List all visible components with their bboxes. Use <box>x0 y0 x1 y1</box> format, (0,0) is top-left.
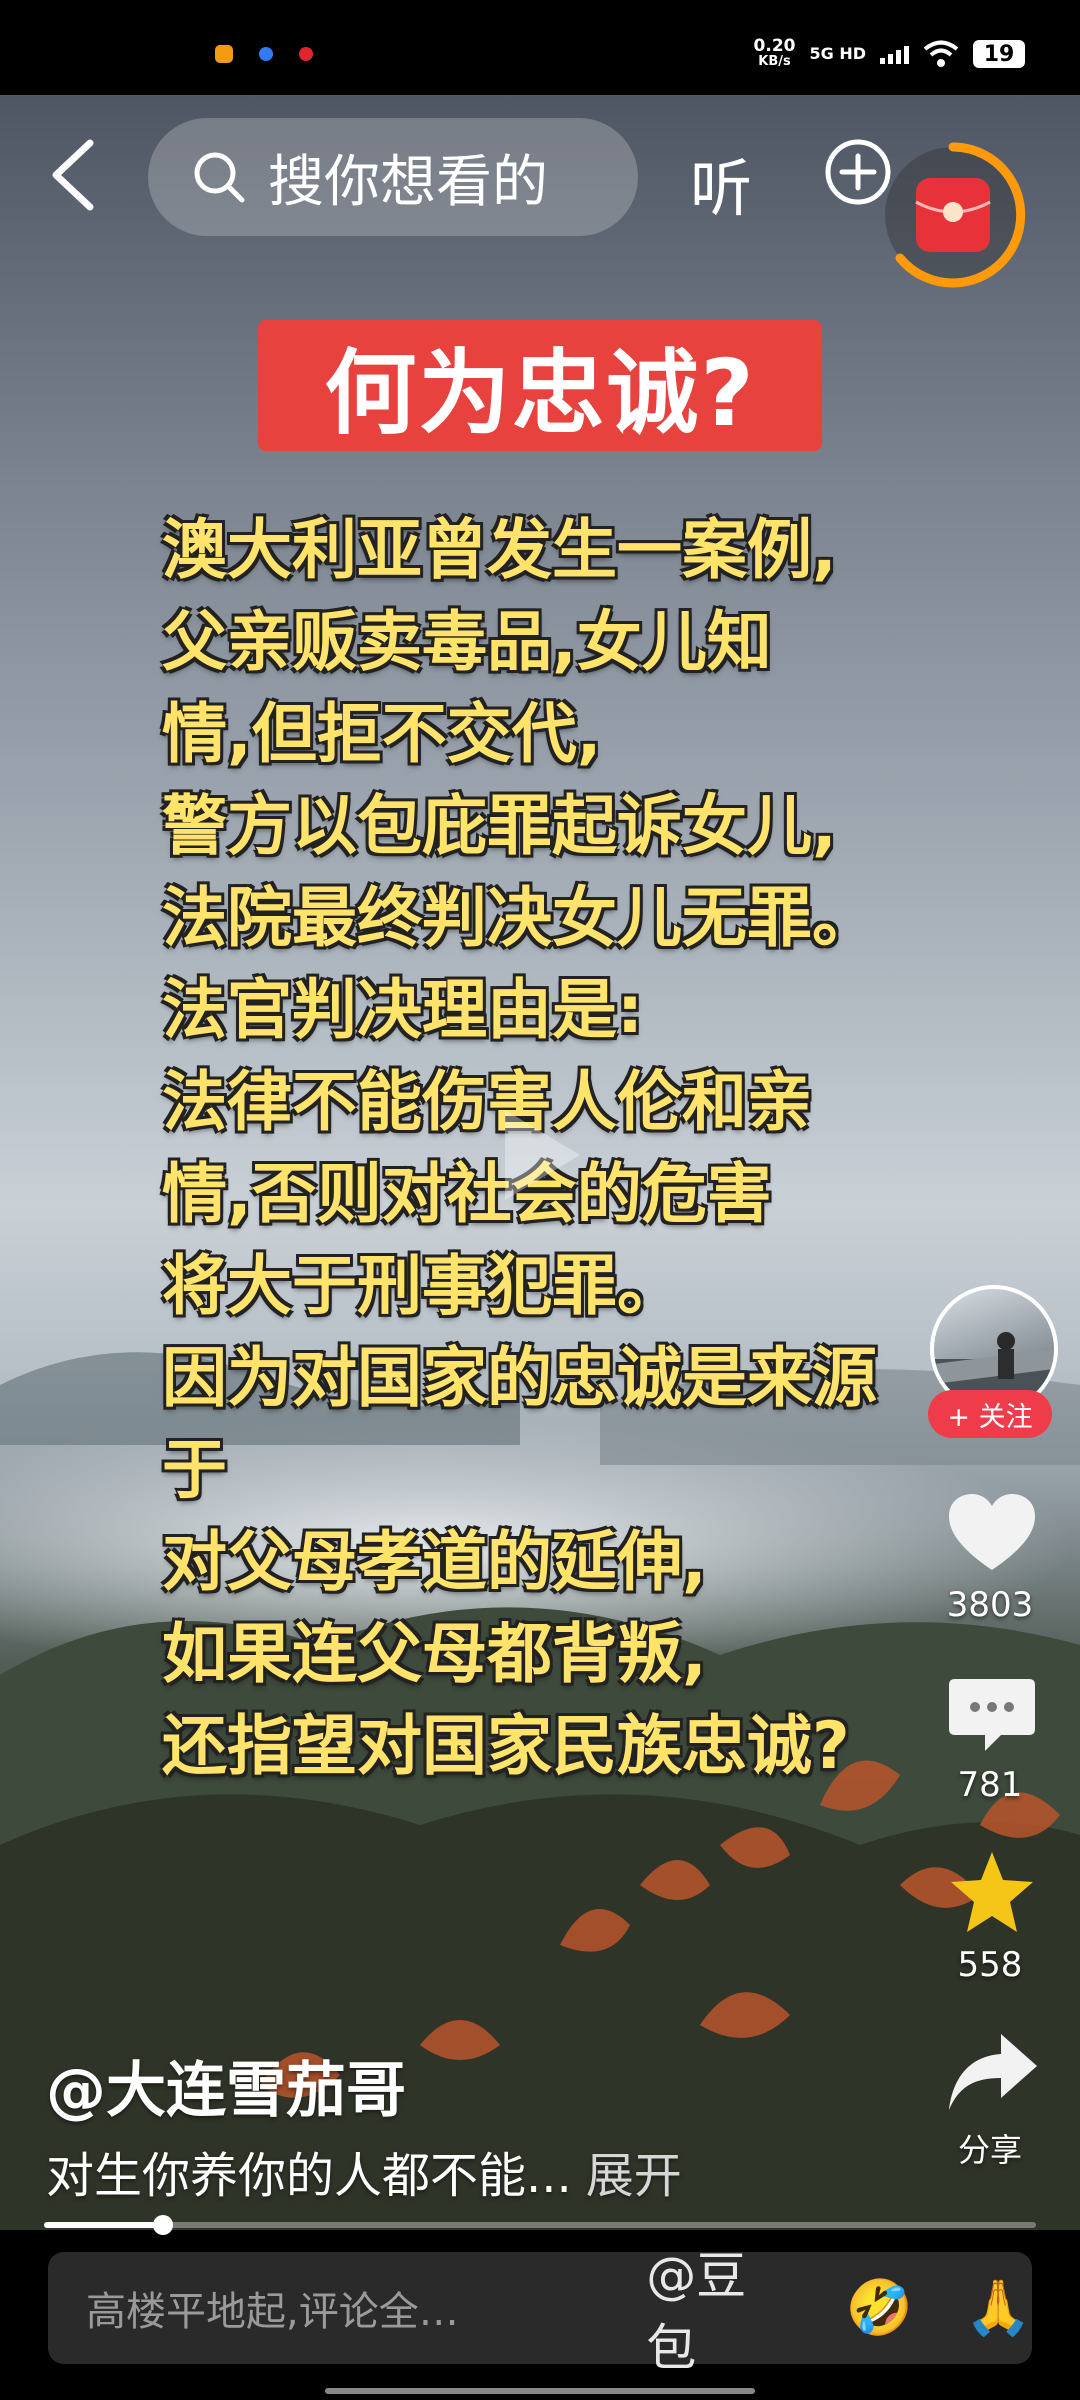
mention-button[interactable]: @豆包 <box>646 2236 793 2380</box>
comment-bar: 高楼平地起,评论全… @豆包 🤣 🙏 <box>48 2247 1032 2377</box>
video-title: 何为忠诚? <box>324 340 756 447</box>
listen-button[interactable]: 听 <box>690 138 752 228</box>
app-notification-icon <box>215 45 233 63</box>
progress-fill <box>44 2222 164 2228</box>
text-line: 于 <box>162 1433 228 1508</box>
wifi-icon <box>923 40 959 67</box>
favorite-count: 558 <box>957 1945 1023 1985</box>
network-speed-unit: KB/s <box>758 54 791 69</box>
search-icon <box>194 152 245 203</box>
comment-input[interactable]: 高楼平地起,评论全… <box>86 2279 596 2337</box>
text-line: 父亲贩卖毒品,女儿知 <box>162 605 772 680</box>
share-label: 分享 <box>957 2131 1022 2169</box>
notification-icons <box>215 45 313 63</box>
search-placeholder: 搜你想看的 <box>268 149 548 215</box>
like-icon[interactable] <box>945 1490 1039 1576</box>
home-indicator <box>325 2388 755 2394</box>
star-icon[interactable] <box>945 1850 1039 1936</box>
pray-emoji-icon[interactable]: 🙏 <box>965 2281 1032 2335</box>
status-bar: 0.20 KB/s 5G HD 19 <box>0 0 1080 95</box>
app-notification-icon <box>259 47 273 61</box>
search-input[interactable]: 搜你想看的 <box>148 118 638 236</box>
text-line: 澳大利亚曾发生一案例, <box>162 513 837 588</box>
signal-icon <box>880 44 909 64</box>
video-title-banner: 何为忠诚? <box>258 320 822 451</box>
play-icon <box>505 1110 580 1200</box>
network-speed: 0.20 KB/s <box>754 38 796 70</box>
video-description[interactable]: 对生你养你的人都不能... 展开 <box>46 2136 682 2206</box>
text-line: 如果连父母都背叛, <box>162 1617 707 1692</box>
video-player[interactable]: 搜你想看的 听 何为忠诚? 澳大利亚曾发生一案例, 父亲贩卖毒品,女儿知 情,但… <box>0 95 1080 2230</box>
progress-knob[interactable] <box>153 2215 174 2235</box>
description-text: 对生你养你的人都不能... <box>46 2148 572 2204</box>
red-packet-icon[interactable] <box>878 140 1028 290</box>
playback-progress-bar[interactable] <box>44 2215 1036 2235</box>
laugh-emoji-icon[interactable]: 🤣 <box>846 2281 913 2335</box>
text-line: 法院最终判决女儿无罪。 <box>162 881 878 956</box>
network-speed-value: 0.20 <box>753 36 796 56</box>
text-line: 对父母孝道的延伸, <box>162 1525 707 1600</box>
network-type: 5G HD <box>809 44 866 63</box>
text-line: 将大于刑事犯罪。 <box>162 1249 683 1324</box>
back-icon[interactable] <box>40 135 110 215</box>
like-count: 3803 <box>946 1585 1034 1625</box>
text-line: 因为对国家的忠诚是来源 <box>162 1341 878 1416</box>
expand-link[interactable]: 展开 <box>586 2148 682 2204</box>
comment-count: 781 <box>957 1765 1023 1805</box>
comment-icon[interactable] <box>945 1673 1039 1759</box>
author-name[interactable]: @大连雪茄哥 <box>46 2042 406 2129</box>
share-icon[interactable] <box>945 2030 1039 2116</box>
battery-icon: 19 <box>973 40 1025 68</box>
text-line: 还指望对国家民族忠诚? <box>162 1709 850 1784</box>
text-line: 法官判决理由是: <box>162 973 643 1048</box>
follow-button[interactable]: + 关注 <box>928 1390 1052 1438</box>
text-line: 情,但拒不交代, <box>162 697 602 772</box>
app-notification-icon <box>299 47 313 61</box>
text-line: 警方以包庇罪起诉女儿, <box>162 789 837 864</box>
